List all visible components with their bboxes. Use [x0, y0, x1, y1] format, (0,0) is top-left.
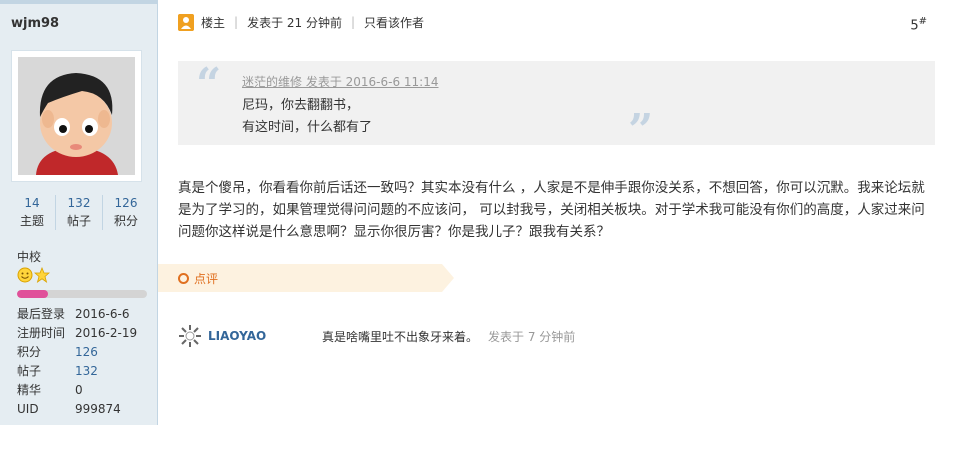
- cartoon-boy-icon: [18, 57, 135, 175]
- rate-icon: [178, 273, 189, 284]
- info-key: 最后登录: [17, 307, 66, 321]
- thread-owner-label: 楼主: [201, 15, 226, 30]
- thread-owner-icon: [178, 13, 194, 31]
- quote-block: “ 迷茫的维修 发表于 2016-6-6 11:14 尼玛，你去翻翻书， 有这时…: [178, 59, 935, 153]
- comment-text: 真是啥嘴里吐不出象牙来着。: [322, 329, 479, 344]
- only-author-link[interactable]: 只看该作者: [364, 14, 424, 31]
- username-link[interactable]: wjm98: [11, 16, 59, 31]
- floor-mark: #: [918, 16, 927, 27]
- quote-line: 尼玛，你去翻翻书，: [242, 98, 360, 113]
- info-row-points: 积分 126: [17, 343, 137, 362]
- info-value: 2016-2-19: [75, 326, 138, 340]
- quote-line: 有这时间，什么都有了: [242, 120, 373, 135]
- post-time: 发表于 21 分钟前: [247, 15, 342, 30]
- avatar[interactable]: [11, 50, 142, 182]
- info-row-register-time: 注册时间 2016-2-19: [17, 324, 137, 343]
- info-key: 精华: [17, 383, 42, 397]
- quote-source-link[interactable]: 迷茫的维修 发表于 2016-6-6 11:14: [242, 73, 439, 90]
- info-key: UID: [17, 402, 39, 416]
- post-header: 楼主 | 发表于 21 分钟前 | 只看该作者: [178, 12, 424, 32]
- rank-stars: [17, 267, 50, 283]
- comment-time: 发表于 7 分钟前: [488, 329, 576, 344]
- rate-section[interactable]: 点评: [158, 264, 454, 292]
- stat-threads-label: 主题: [19, 214, 44, 228]
- quote-open-icon: “: [196, 59, 222, 110]
- commenter-name-link[interactable]: LIAOYAO: [208, 329, 322, 343]
- info-row-posts: 帖子 132: [17, 362, 137, 381]
- stat-threads-value[interactable]: 14: [9, 195, 55, 212]
- user-stats: 14 主题 132 帖子 126 积分: [9, 195, 149, 230]
- smiley-icon: [17, 267, 33, 283]
- stat-points-label: 积分: [113, 214, 138, 228]
- panel-top-border: [0, 0, 157, 4]
- info-value-link[interactable]: 132: [75, 362, 98, 381]
- info-value: 2016-6-6: [75, 307, 130, 321]
- stat-threads[interactable]: 14 主题: [9, 195, 56, 230]
- info-row-digest: 精华 0: [17, 381, 137, 400]
- forum-post-page: wjm98 14 主题 132 帖子 126 积分 中校 最后登录 2016-6…: [0, 0, 955, 460]
- rate-label[interactable]: 点评: [194, 270, 218, 287]
- info-row-last-login: 最后登录 2016-6-6: [17, 305, 137, 324]
- user-rank[interactable]: 中校: [17, 248, 41, 265]
- info-key: 积分: [17, 345, 42, 359]
- rank-progress-bar: [17, 290, 147, 298]
- comment-item: LIAOYAO 真是啥嘴里吐不出象牙来着。 发表于 7 分钟前: [178, 324, 575, 348]
- info-key: 帖子: [17, 364, 42, 378]
- rank-progress-fill: [17, 290, 49, 298]
- commenter-avatar-icon[interactable]: [178, 324, 202, 348]
- info-value-link[interactable]: 126: [75, 343, 98, 362]
- user-panel: wjm98 14 主题 132 帖子 126 积分 中校 最后登录 2016-6…: [0, 0, 158, 425]
- info-value: 999874: [75, 402, 121, 416]
- stat-posts-value[interactable]: 132: [56, 195, 102, 212]
- info-value: 0: [75, 383, 83, 397]
- separator: |: [234, 15, 239, 29]
- separator: |: [350, 15, 356, 29]
- user-info-list: 最后登录 2016-6-6 注册时间 2016-2-19 积分 126 帖子 1…: [17, 305, 137, 419]
- stat-points[interactable]: 126 积分: [103, 195, 149, 230]
- stat-posts-label: 帖子: [66, 214, 91, 228]
- star-icon: [34, 267, 50, 283]
- post-body: 真是个傻吊，你看看你前后话还一致吗？其实本没有什么 ，人家是不是伸手跟你没关系，…: [178, 180, 925, 240]
- floor-number-value: 5: [910, 18, 919, 34]
- stat-posts[interactable]: 132 帖子: [56, 195, 103, 230]
- info-row-uid: UID 999874: [17, 400, 137, 419]
- floor-number[interactable]: 5#: [910, 16, 927, 33]
- avatar-image: [18, 57, 135, 175]
- quote-close-icon: ”: [628, 105, 654, 156]
- info-key: 注册时间: [17, 326, 66, 340]
- stat-points-value[interactable]: 126: [103, 195, 149, 212]
